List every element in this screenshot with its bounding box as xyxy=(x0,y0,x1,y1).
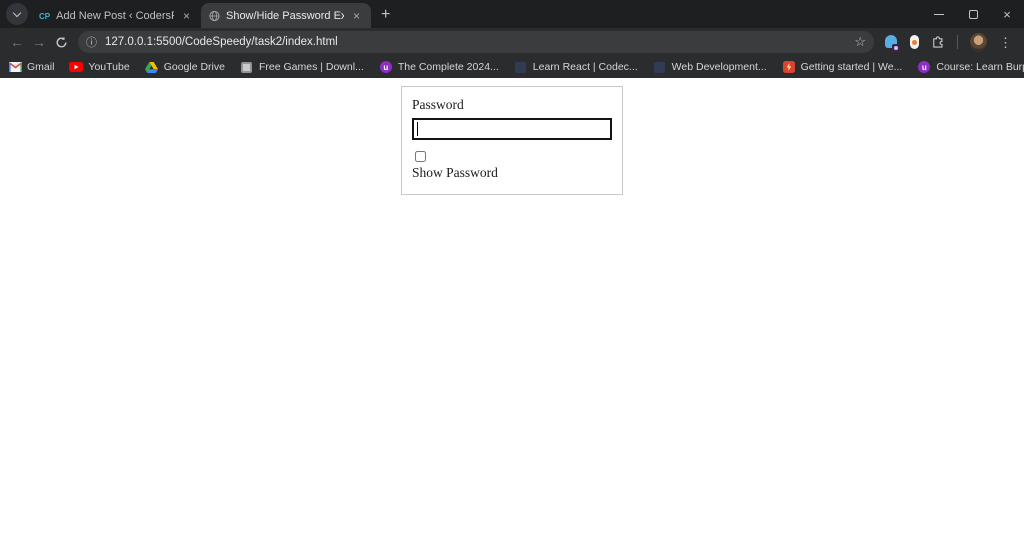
cp-favicon: CP xyxy=(39,12,50,21)
flame-icon xyxy=(782,60,796,74)
chevron-down-icon xyxy=(13,8,21,16)
codecademy-icon xyxy=(653,60,667,74)
udemy-icon: u xyxy=(379,60,393,74)
browser-toolbar: ← → ⓘ 127.0.0.1:5500/CodeSpeedy/task2/in… xyxy=(0,28,1024,56)
maximize-icon xyxy=(969,10,978,19)
tab-close-icon[interactable]: × xyxy=(350,8,363,24)
tab-coderspacket[interactable]: CP Add New Post ‹ CodersPacket – × xyxy=(31,4,201,28)
maximize-button[interactable] xyxy=(956,0,990,28)
minimize-icon xyxy=(934,14,944,15)
bookmark-free-games[interactable]: Free Games | Downl... xyxy=(240,60,364,74)
reload-button[interactable] xyxy=(50,30,72,54)
bookmark-course-learn-burp[interactable]: u Course: Learn Burp... xyxy=(917,60,1024,74)
globe-icon xyxy=(209,10,220,22)
udemy-icon: u xyxy=(917,60,931,74)
address-bar[interactable]: ⓘ 127.0.0.1:5500/CodeSpeedy/task2/index.… xyxy=(78,31,874,53)
gmail-icon xyxy=(8,60,22,74)
forward-button[interactable]: → xyxy=(28,30,50,54)
password-input-wrap xyxy=(412,118,612,140)
tab-show-hide-password[interactable]: Show/Hide Password Example × xyxy=(201,3,371,28)
site-info-icon[interactable]: ⓘ xyxy=(86,34,97,50)
bookmark-web-development[interactable]: Web Development... xyxy=(653,60,767,74)
password-label: Password xyxy=(412,97,612,113)
password-input[interactable] xyxy=(412,118,612,140)
tab-search-button[interactable] xyxy=(6,3,28,25)
bookmark-the-complete-2024[interactable]: u The Complete 2024... xyxy=(379,60,499,74)
minimize-button[interactable] xyxy=(922,0,956,28)
bookmark-gmail[interactable]: Gmail xyxy=(8,60,54,74)
google-drive-icon xyxy=(145,60,159,74)
close-icon: × xyxy=(1003,8,1011,21)
bookmark-learn-react[interactable]: Learn React | Codec... xyxy=(514,60,638,74)
toolbar-separator xyxy=(957,35,958,49)
pill-extension-icon[interactable] xyxy=(910,35,919,49)
text-caret xyxy=(417,122,418,136)
window-controls: × xyxy=(922,0,1024,28)
tab-strip: CP Add New Post ‹ CodersPacket – × Show/… xyxy=(0,0,1024,28)
profile-avatar[interactable] xyxy=(970,33,987,52)
extensions-puzzle-icon[interactable] xyxy=(931,35,945,50)
bookmark-youtube[interactable]: YouTube xyxy=(69,60,129,74)
tab-title: Add New Post ‹ CodersPacket – xyxy=(56,10,174,22)
bookmark-star-icon[interactable]: ☆ xyxy=(854,34,866,50)
show-password-checkbox[interactable] xyxy=(415,151,426,162)
codecademy-icon xyxy=(514,60,528,74)
bookmark-getting-started[interactable]: Getting started | We... xyxy=(782,60,903,74)
games-icon xyxy=(240,60,254,74)
tab-close-icon[interactable]: × xyxy=(180,8,193,24)
youtube-icon xyxy=(69,60,83,74)
menu-kebab-icon[interactable]: ⋮ xyxy=(999,36,1012,49)
page-viewport: Password Show Password xyxy=(0,86,1024,545)
close-button[interactable]: × xyxy=(990,0,1024,28)
bookmarks-bar: Gmail YouTube Google Drive Free Games | … xyxy=(0,56,1024,78)
url-text[interactable]: 127.0.0.1:5500/CodeSpeedy/task2/index.ht… xyxy=(105,36,848,48)
reload-icon xyxy=(55,36,68,49)
password-panel: Password Show Password xyxy=(401,86,623,195)
show-password-label: Show Password xyxy=(412,165,612,181)
show-password-row: Show Password xyxy=(412,151,612,181)
ghost-extension-icon[interactable] xyxy=(885,35,899,50)
new-tab-button[interactable]: + xyxy=(371,6,400,28)
back-button[interactable]: ← xyxy=(6,30,28,54)
bookmark-google-drive[interactable]: Google Drive xyxy=(145,60,225,74)
ghost-badge xyxy=(892,44,900,52)
tab-title: Show/Hide Password Example xyxy=(226,10,344,22)
